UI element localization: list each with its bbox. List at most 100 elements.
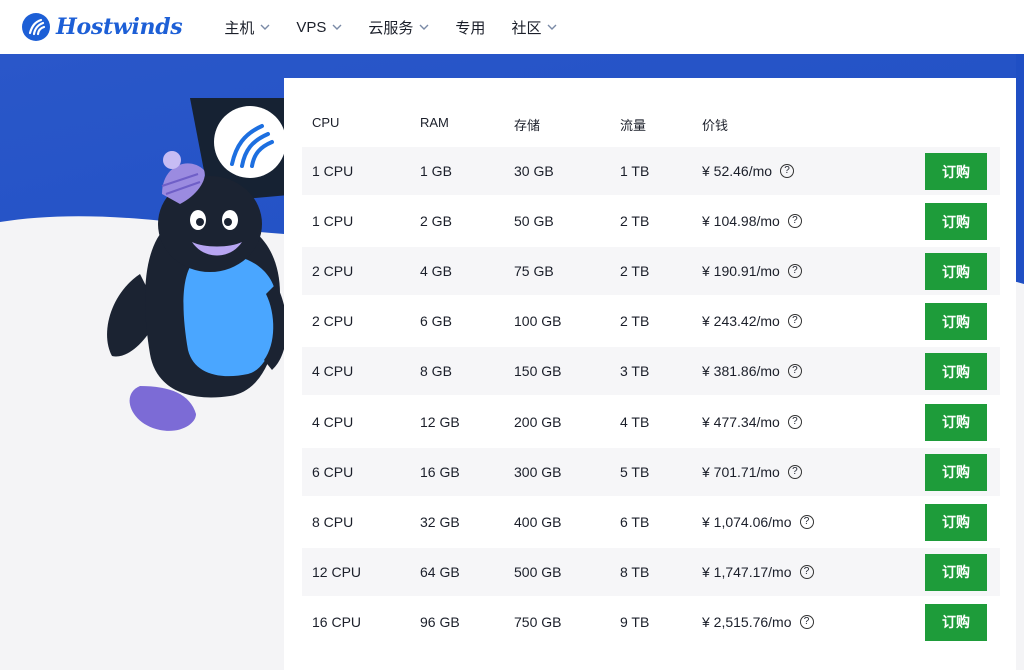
cell-cpu: 8 CPU — [312, 513, 354, 530]
hostwinds-logo[interactable]: Hostwinds — [22, 13, 183, 41]
cell-price: ¥ 1,074.06/mo? — [702, 514, 814, 530]
help-circle-icon[interactable]: ? — [787, 314, 802, 329]
cell-price: ¥ 381.86/mo? — [702, 363, 802, 379]
cell-traffic: 9 TB — [620, 613, 650, 630]
cell-storage: 150 GB — [514, 363, 562, 380]
help-circle-icon[interactable]: ? — [799, 614, 814, 629]
table-row: 4 CPU 8 GB 150 GB 3 TB ¥ 381.86/mo? 订购 — [302, 347, 1000, 396]
cell-ram: 12 GB — [420, 413, 460, 430]
cell-traffic: 2 TB — [620, 313, 650, 330]
cell-cpu: 12 CPU — [312, 563, 362, 580]
price-text: ¥ 381.86/mo — [702, 363, 780, 380]
cell-storage: 300 GB — [514, 463, 562, 480]
header-cpu: CPU — [312, 115, 340, 130]
table-row: 1 CPU 1 GB 30 GB 1 TB ¥ 52.46/mo? 订购 — [302, 147, 1000, 195]
price-text: ¥ 104.98/mo — [702, 213, 780, 230]
cell-price: ¥ 1,747.17/mo? — [702, 564, 814, 580]
order-button[interactable]: 订购 — [925, 353, 987, 391]
cell-traffic: 1 TB — [620, 163, 650, 179]
header-storage: 存储 — [514, 118, 541, 133]
cell-traffic: 2 TB — [620, 213, 650, 230]
help-circle-icon[interactable]: ? — [787, 464, 802, 479]
cell-cpu: 2 CPU — [312, 313, 354, 330]
cell-storage: 750 GB — [514, 613, 562, 630]
pricing-table: CPU RAM 存储 流量 价钱 1 CPU 1 GB 30 GB 1 TB ¥ 52.… — [284, 78, 1016, 670]
order-button[interactable]: 订购 — [925, 403, 987, 441]
cell-storage: 200 GB — [514, 413, 562, 430]
cell-traffic: 8 TB — [620, 563, 650, 580]
order-button[interactable]: 订购 — [925, 253, 987, 291]
order-button[interactable]: 订购 — [925, 503, 987, 541]
cell-price: ¥ 2,515.76/mo? — [702, 614, 814, 630]
nav-item-label: 主机 — [224, 19, 255, 37]
cell-traffic: 3 TB — [620, 363, 650, 380]
price-text: ¥ 190.91/mo — [702, 263, 780, 280]
table-row: 2 CPU 4 GB 75 GB 2 TB ¥ 190.91/mo? 订购 — [302, 247, 1000, 296]
nav-item-label: 社区 — [511, 19, 542, 37]
price-text: ¥ 52.46/mo — [702, 163, 773, 179]
cell-storage: 75 GB — [514, 263, 554, 280]
cell-price: ¥ 52.46/mo? — [702, 163, 795, 179]
cell-cpu: 4 CPU — [312, 413, 354, 430]
chevron-down-icon — [332, 24, 342, 30]
cell-ram: 8 GB — [420, 363, 452, 380]
nav-item-4[interactable]: 社区 — [511, 17, 557, 38]
price-text: ¥ 243.42/mo — [702, 313, 780, 330]
order-button[interactable]: 订购 — [925, 553, 987, 591]
order-button[interactable]: 订购 — [925, 203, 987, 241]
table-row: 2 CPU 6 GB 100 GB 2 TB ¥ 243.42/mo? 订购 — [302, 297, 1000, 345]
order-button[interactable]: 订购 — [925, 603, 987, 641]
cell-ram: 16 GB — [420, 463, 460, 480]
nav-item-label: VPS — [296, 18, 327, 36]
price-text: ¥ 1,074.06/mo — [702, 513, 792, 530]
cell-cpu: 4 CPU — [312, 363, 354, 380]
penguin-mascot-icon — [107, 151, 287, 431]
nav-item-3[interactable]: 专用 — [455, 17, 485, 38]
help-circle-icon[interactable]: ? — [787, 264, 802, 279]
main-nav: 主机 VPS 云服务 专用 社区 — [224, 17, 583, 38]
top-nav-bar: Hostwinds 主机 VPS 云服务 专用 社区 — [0, 0, 1024, 54]
order-button[interactable]: 订购 — [925, 453, 987, 491]
cell-ram: 2 GB — [420, 213, 452, 230]
order-button[interactable]: 订购 — [925, 303, 987, 341]
table-header: CPU RAM 存储 流量 价钱 — [284, 78, 1016, 146]
cell-cpu: 1 CPU — [312, 213, 354, 230]
cell-traffic: 2 TB — [620, 263, 650, 280]
chevron-down-icon — [260, 24, 270, 30]
help-circle-icon[interactable]: ? — [787, 214, 802, 229]
table-row: 16 CPU 96 GB 750 GB 9 TB ¥ 2,515.76/mo? 订购 — [302, 598, 1000, 646]
table-row: 6 CPU 16 GB 300 GB 5 TB ¥ 701.71/mo? 订购 — [302, 447, 1000, 496]
price-text: ¥ 477.34/mo — [702, 413, 780, 430]
help-circle-icon[interactable]: ? — [799, 514, 814, 529]
price-text: ¥ 2,515.76/mo — [702, 613, 792, 630]
chevron-down-icon — [419, 24, 429, 30]
nav-item-label: 云服务 — [368, 19, 414, 37]
help-circle-icon[interactable]: ? — [787, 364, 802, 379]
cell-price: ¥ 104.98/mo? — [702, 213, 802, 229]
header-price: 价钱 — [702, 118, 729, 133]
nav-item-2[interactable]: 云服务 — [368, 17, 429, 38]
cell-ram: 1 GB — [420, 163, 452, 179]
help-circle-icon[interactable]: ? — [799, 564, 814, 579]
table-row: 1 CPU 2 GB 50 GB 2 TB ¥ 104.98/mo? 订购 — [302, 197, 1000, 245]
cell-price: ¥ 190.91/mo? — [702, 263, 802, 279]
cell-storage: 50 GB — [514, 213, 554, 230]
chevron-down-icon — [547, 24, 557, 30]
hostwinds-logo-icon — [22, 13, 50, 41]
cell-cpu: 1 CPU — [312, 163, 354, 179]
nav-item-1[interactable]: VPS — [296, 17, 342, 38]
cell-cpu: 6 CPU — [312, 463, 354, 480]
cell-price: ¥ 243.42/mo? — [702, 313, 802, 329]
price-text: ¥ 1,747.17/mo — [702, 563, 792, 580]
cell-traffic: 4 TB — [620, 413, 650, 430]
help-circle-icon[interactable]: ? — [780, 164, 795, 178]
nav-item-0[interactable]: 主机 — [224, 17, 270, 38]
price-text: ¥ 701.71/mo — [702, 463, 780, 480]
cell-storage: 400 GB — [514, 513, 562, 530]
order-button[interactable]: 订购 — [925, 153, 987, 190]
help-circle-icon[interactable]: ? — [787, 414, 802, 429]
cell-storage: 500 GB — [514, 563, 562, 580]
cell-traffic: 5 TB — [620, 463, 650, 480]
cell-storage: 30 GB — [514, 163, 554, 179]
header-traffic: 流量 — [620, 118, 647, 133]
